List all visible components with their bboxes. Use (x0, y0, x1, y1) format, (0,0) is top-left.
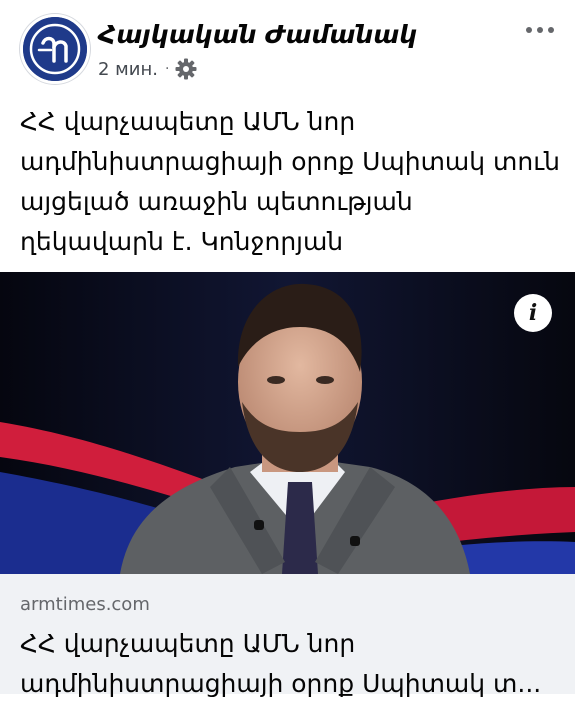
link-title-line: ՀՀ վարչապետը ԱՄՆ նոր (20, 629, 356, 658)
gear-icon (175, 58, 197, 80)
more-icon-dot (526, 27, 532, 33)
more-icon-dot (537, 27, 543, 33)
page-avatar[interactable] (20, 14, 90, 84)
link-title-line: ադմինիստրացիայի օրոք Սպիտակ տ... (20, 669, 542, 698)
post-meta: 2 мин. · (98, 57, 197, 81)
link-preview-image[interactable] (0, 272, 575, 574)
more-icon-dot (548, 27, 554, 33)
link-domain: armtimes.com (20, 594, 150, 615)
page-name[interactable]: Հայկական Ժամանակ (98, 20, 417, 49)
news-photo (0, 272, 575, 574)
post-header: Հայկական Ժամանակ 2 мин. · (0, 0, 575, 90)
post-text: ՀՀ վարչապետը ԱՄՆ նոր ադմինիստրացիայի օրո… (20, 107, 560, 256)
meta-separator: · (164, 61, 170, 77)
link-title: ՀՀ վարչապետը ԱՄՆ նոր ադմինիստրացիայի օրո… (20, 624, 560, 704)
more-options-button[interactable] (520, 20, 560, 40)
info-icon[interactable]: i (514, 294, 552, 332)
page-logo (23, 17, 87, 81)
link-preview-footer[interactable]: armtimes.com ՀՀ վարչապետը ԱՄՆ նոր ադմինի… (0, 574, 575, 698)
post-timestamp[interactable]: 2 мин. (98, 59, 158, 80)
